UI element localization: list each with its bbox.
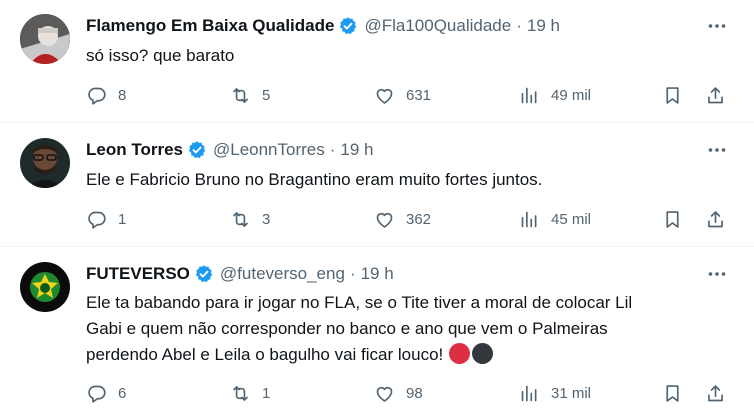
- reply-icon: [86, 209, 107, 230]
- share-button[interactable]: [705, 83, 726, 107]
- more-options-icon[interactable]: [706, 15, 728, 37]
- view-count: 45 mil: [551, 210, 592, 228]
- bookmark-icon: [662, 85, 683, 106]
- tweet-text: só isso? que barato: [86, 46, 235, 65]
- views-icon: [519, 209, 540, 230]
- display-name[interactable]: Flamengo Em Baixa Qualidade: [86, 16, 334, 36]
- user-handle[interactable]: @Fla100Qualidade: [364, 16, 511, 36]
- share-icon: [705, 209, 726, 230]
- bookmark-button[interactable]: [662, 381, 683, 405]
- reply-count: 6: [118, 384, 127, 402]
- separator-dot: ·: [329, 140, 336, 159]
- retweet-button[interactable]: 1: [230, 381, 270, 405]
- display-name[interactable]: FUTEVERSO: [86, 264, 190, 284]
- user-handle[interactable]: @futeverso_eng: [220, 264, 345, 284]
- tweet-text-line-with-emoji: perdendo Abel e Leila o bagulho vai fica…: [86, 342, 716, 368]
- tweet-header: FUTEVERSO @futeverso_eng · 19 h: [86, 262, 394, 286]
- verified-badge-icon: [194, 264, 214, 284]
- like-count: 362: [406, 210, 432, 228]
- heart-icon: [374, 209, 395, 230]
- timestamp[interactable]: 19 h: [361, 264, 394, 284]
- red-circle-emoji-icon: [449, 343, 471, 364]
- retweet-count: 3: [262, 210, 271, 228]
- retweet-count: 1: [262, 384, 271, 402]
- verified-badge-icon: [187, 140, 207, 160]
- tweet[interactable]: FUTEVERSO @futeverso_eng · 19 h Ele ta b…: [0, 248, 754, 420]
- tweet-header: Leon Torres @LeonnTorres · 19 h: [86, 138, 374, 162]
- retweet-button[interactable]: 3: [230, 207, 270, 231]
- tweet-header: Flamengo Em Baixa Qualidade @Fla100Quali…: [86, 14, 560, 38]
- reply-button[interactable]: 8: [86, 83, 126, 107]
- share-button[interactable]: [705, 207, 726, 231]
- verified-badge-icon: [338, 16, 358, 36]
- black-circle-emoji-icon: [472, 343, 494, 364]
- reply-count: 1: [118, 210, 127, 228]
- like-button[interactable]: 98: [374, 381, 423, 405]
- more-options-icon[interactable]: [706, 139, 728, 161]
- avatar[interactable]: [20, 138, 70, 188]
- share-button[interactable]: [705, 381, 726, 405]
- separator-dot: ·: [349, 264, 356, 283]
- heart-icon: [374, 383, 395, 404]
- tweet[interactable]: Flamengo Em Baixa Qualidade @Fla100Quali…: [0, 0, 754, 123]
- share-icon: [705, 85, 726, 106]
- tweet-text-line: Gabi e quem não corresponder no banco e …: [86, 319, 608, 338]
- timestamp[interactable]: 19 h: [340, 140, 373, 160]
- views-button[interactable]: 49 mil: [519, 83, 591, 107]
- reply-button[interactable]: 1: [86, 207, 126, 231]
- view-count: 49 mil: [551, 86, 592, 104]
- tweet[interactable]: Leon Torres @LeonnTorres · 19 h Ele e Fa…: [0, 124, 754, 247]
- more-options-icon[interactable]: [706, 263, 728, 285]
- avatar-image: [20, 138, 70, 188]
- views-button[interactable]: 31 mil: [519, 381, 591, 405]
- retweet-icon: [230, 85, 251, 106]
- reply-icon: [86, 85, 107, 106]
- tweet-text-line: Ele ta babando para ir jogar no FLA, se …: [86, 293, 633, 312]
- like-count: 631: [406, 86, 432, 104]
- reply-count: 8: [118, 86, 127, 104]
- bookmark-button[interactable]: [662, 83, 683, 107]
- retweet-icon: [230, 383, 251, 404]
- like-button[interactable]: 362: [374, 207, 431, 231]
- tweet-text: Ele ta babando para ir jogar no FLA, se …: [86, 290, 716, 368]
- retweet-count: 5: [262, 86, 271, 104]
- tweet-actions: 1 3 362 45 mil: [86, 207, 734, 231]
- views-icon: [519, 85, 540, 106]
- like-count: 98: [406, 384, 423, 402]
- share-icon: [705, 383, 726, 404]
- avatar-image: [20, 262, 70, 312]
- view-count: 31 mil: [551, 384, 592, 402]
- separator-dot: ·: [516, 16, 522, 35]
- like-button[interactable]: 631: [374, 83, 431, 107]
- avatar[interactable]: [20, 14, 70, 64]
- tweet-actions: 8 5 631 49 mil: [86, 83, 734, 107]
- tweet-actions: 6 1 98 31 mil: [86, 381, 734, 405]
- bookmark-button[interactable]: [662, 207, 683, 231]
- reply-button[interactable]: 6: [86, 381, 126, 405]
- display-name[interactable]: Leon Torres: [86, 140, 183, 160]
- tweet-text-line: perdendo Abel e Leila o bagulho vai fica…: [86, 345, 444, 364]
- views-button[interactable]: 45 mil: [519, 207, 591, 231]
- avatar[interactable]: [20, 262, 70, 312]
- reply-icon: [86, 383, 107, 404]
- avatar-image: [20, 14, 70, 64]
- tweet-text: Ele e Fabricio Bruno no Bragantino eram …: [86, 170, 543, 189]
- bookmark-icon: [662, 383, 683, 404]
- bookmark-icon: [662, 209, 683, 230]
- user-handle[interactable]: @LeonnTorres: [213, 140, 325, 160]
- retweet-button[interactable]: 5: [230, 83, 270, 107]
- timestamp[interactable]: 19 h: [527, 16, 560, 36]
- heart-icon: [374, 85, 395, 106]
- retweet-icon: [230, 209, 251, 230]
- views-icon: [519, 383, 540, 404]
